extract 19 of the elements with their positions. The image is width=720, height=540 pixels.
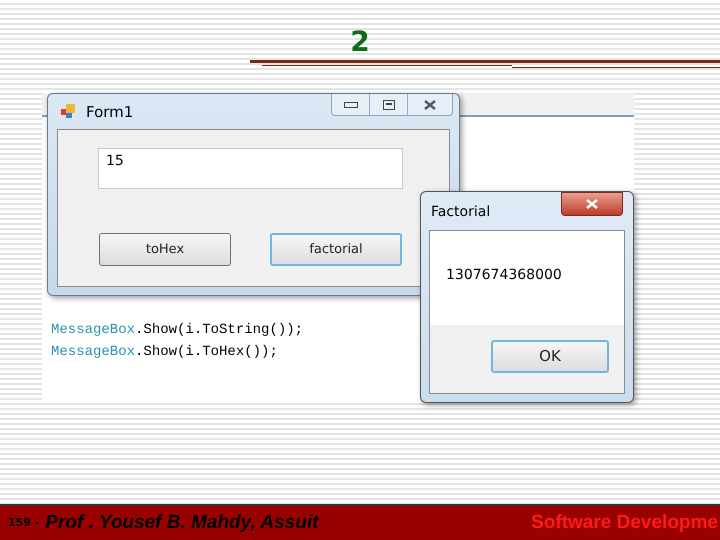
maximize-icon [382, 100, 394, 110]
page-number: 159 - [8, 514, 40, 531]
slide-title: 2 [350, 28, 370, 56]
close-icon [424, 100, 436, 110]
window-title: Factorial [431, 203, 490, 222]
app-icon [60, 103, 76, 119]
course-title: Software Developme [531, 510, 719, 535]
author-text: Prof . Yousef B. Mahdy, Assuit [45, 510, 318, 535]
close-button[interactable] [561, 192, 623, 216]
window-title: Form1 [86, 102, 134, 123]
code-line: MessageBox.Show(i.ToString()); [51, 321, 304, 340]
message-text: 1307674368000 [446, 266, 562, 284]
form-button[interactable]: factorial [270, 233, 402, 266]
code-line: MessageBox.Show(i.ToHex()); [51, 343, 278, 362]
form-button[interactable]: OK [491, 340, 609, 373]
text-field[interactable]: 15 [98, 148, 403, 189]
minimize-icon [344, 102, 358, 108]
close-icon [586, 199, 598, 209]
form-button[interactable]: toHex [99, 233, 231, 266]
